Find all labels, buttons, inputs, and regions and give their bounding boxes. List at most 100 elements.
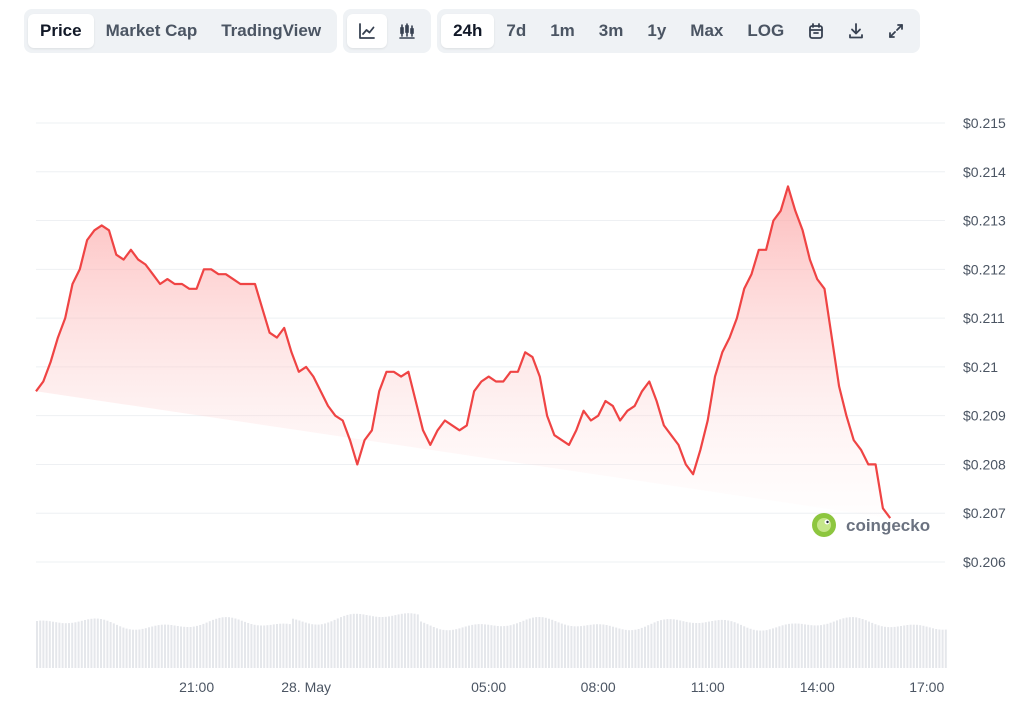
volume-bar (900, 626, 902, 668)
volume-bar (317, 624, 320, 668)
volume-bar (36, 621, 38, 668)
volume-bar (676, 619, 678, 668)
volume-bar (45, 620, 48, 668)
x-tick-label: 08:00 (581, 679, 616, 695)
x-tick-label: 11:00 (691, 679, 725, 695)
volume-bar (228, 617, 230, 668)
y-tick-label: $0.206 (963, 554, 1006, 570)
volume-bar (794, 623, 797, 668)
volume-bar (218, 617, 221, 668)
volume-bar (429, 625, 432, 668)
volume-bar (717, 620, 720, 668)
volume-bar (743, 626, 746, 668)
volume-bar (413, 613, 416, 668)
volume-bar (269, 624, 272, 668)
volume-bar (516, 623, 518, 668)
volume-bar (740, 624, 742, 668)
volume-bar (548, 618, 550, 668)
volume-bar (343, 615, 346, 668)
volume-bar (279, 623, 282, 668)
volume-bar (640, 627, 643, 668)
volume-bar (596, 624, 598, 668)
volume-bar (100, 619, 102, 668)
volume-bar (890, 627, 893, 668)
volume-bar (509, 625, 512, 668)
volume-bar (477, 624, 480, 668)
volume-bar (672, 619, 675, 668)
volume-bar (224, 617, 227, 668)
volume-bar (784, 624, 787, 668)
volume-bar (484, 624, 486, 668)
volume-bar (208, 621, 211, 668)
volume-bar (644, 626, 646, 668)
volume-bar (884, 626, 886, 668)
y-tick-label: $0.207 (963, 505, 1006, 521)
volume-bar (781, 625, 784, 668)
volume-bar (455, 629, 458, 668)
volume-bar (426, 624, 429, 668)
volume-bar (608, 625, 611, 668)
volume-bar (944, 629, 947, 668)
volume-bar (84, 620, 86, 668)
volume-bar (474, 624, 477, 668)
volume-bar (503, 626, 506, 668)
volume-bar (346, 614, 349, 668)
volume-bar (772, 628, 774, 668)
volume-bar (791, 623, 794, 668)
volume-bar (103, 619, 106, 668)
volume-bar (615, 627, 618, 668)
volume-bar (810, 625, 813, 668)
volume-bar (762, 630, 765, 668)
volume-bar (602, 624, 605, 668)
volume-bar (580, 626, 582, 668)
volume-bar (506, 625, 509, 668)
volume-bar (148, 627, 150, 668)
volume-bar (301, 621, 304, 668)
volume-bar (685, 621, 688, 668)
volume-bar (234, 618, 237, 668)
volume-bar (397, 614, 400, 668)
volume-bar (887, 627, 890, 668)
volume-bar (564, 624, 566, 668)
volume-bar (439, 629, 442, 668)
volume-bar (138, 629, 141, 668)
volume-bar (375, 616, 378, 668)
y-tick-label: $0.21 (963, 359, 998, 375)
volume-bars (36, 613, 947, 668)
volume-bar (186, 627, 189, 668)
volume-bar (861, 619, 864, 668)
y-tick-label: $0.214 (963, 164, 1006, 180)
volume-bar (135, 629, 138, 668)
volume-bar (141, 628, 144, 668)
volume-bar (87, 619, 90, 668)
volume-bar (384, 616, 387, 668)
volume-bar (365, 615, 368, 668)
volume-bar (362, 614, 365, 668)
volume-bar (196, 625, 198, 668)
volume-bar (797, 623, 800, 668)
y-tick-label: $0.215 (963, 115, 1006, 131)
volume-bar (496, 626, 499, 668)
volume-bar (525, 619, 528, 668)
volume-bar (416, 614, 419, 668)
volume-bar (720, 619, 723, 668)
volume-bar (80, 620, 83, 668)
volume-bar (192, 626, 195, 668)
volume-bar (202, 623, 205, 668)
y-tick-label: $0.208 (963, 456, 1006, 472)
volume-bar (826, 623, 829, 668)
volume-bar (932, 628, 934, 668)
volume-bar (221, 617, 224, 668)
volume-bar (845, 617, 848, 668)
volume-bar (471, 624, 474, 668)
y-tick-label: $0.209 (963, 408, 1006, 424)
volume-bar (176, 626, 179, 668)
volume-bar (199, 625, 202, 668)
volume-bar (836, 620, 838, 668)
volume-bar (368, 615, 371, 668)
volume-bar (855, 617, 858, 668)
volume-bar (682, 621, 685, 668)
volume-bar (653, 622, 656, 668)
volume-bar (804, 624, 806, 668)
volume-bar (295, 619, 298, 668)
